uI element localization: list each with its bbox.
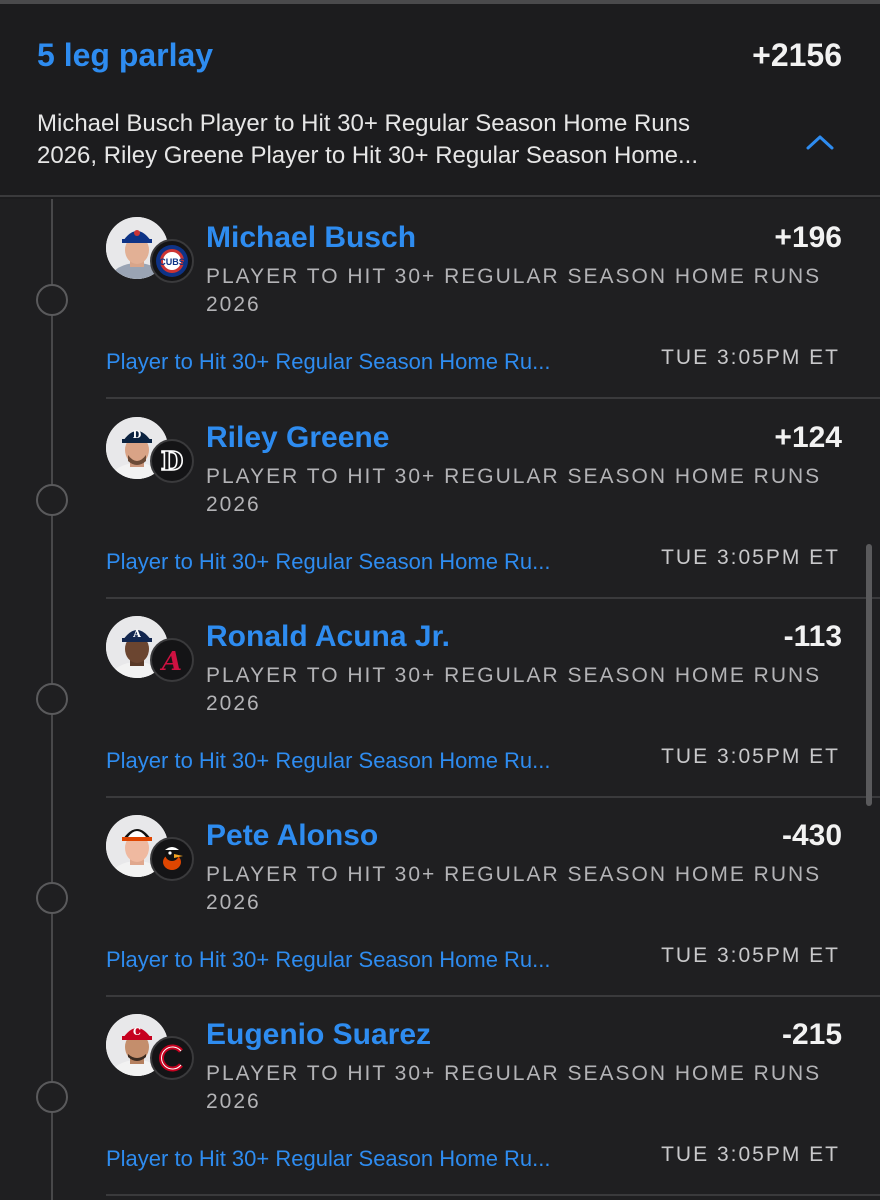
- player-name[interactable]: Pete Alonso: [206, 819, 378, 853]
- tigers-logo-icon: D: [150, 439, 194, 483]
- scrollbar[interactable]: [866, 544, 872, 806]
- player-name[interactable]: Michael Busch: [206, 221, 416, 255]
- game-time: TUE 3:05PM ET: [661, 1143, 840, 1166]
- orioles-logo-icon: [150, 837, 194, 881]
- player-name[interactable]: Riley Greene: [206, 421, 389, 455]
- game-time: TUE 3:05PM ET: [661, 944, 840, 967]
- timeline-node: [36, 1081, 68, 1113]
- braves-logo-icon: A: [150, 638, 194, 682]
- leg-item[interactable]: C Eugenio Suarez -215 PLAYER TO HIT 30+ …: [0, 996, 880, 1196]
- market-link[interactable]: Player to Hit 30+ Regular Season Home Ru…: [106, 748, 551, 774]
- game-time: TUE 3:05PM ET: [661, 745, 840, 768]
- game-time: TUE 3:05PM ET: [661, 546, 840, 569]
- chevron-up-icon[interactable]: [805, 132, 835, 152]
- market-link[interactable]: Player to Hit 30+ Regular Season Home Ru…: [106, 549, 551, 575]
- leg-item[interactable]: Pete Alonso -430 PLAYER TO HIT 30+ REGUL…: [0, 797, 880, 997]
- player-name[interactable]: Ronald Acuna Jr.: [206, 620, 450, 654]
- market-link[interactable]: Player to Hit 30+ Regular Season Home Ru…: [106, 947, 551, 973]
- svg-text:A: A: [159, 647, 182, 677]
- parlay-description: Michael Busch Player to Hit 30+ Regular …: [37, 108, 777, 172]
- timeline-node: [36, 683, 68, 715]
- market-name: PLAYER TO HIT 30+ REGULAR SEASON HOME RU…: [206, 265, 822, 316]
- parlay-description-line1: Michael Busch Player to Hit 30+ Regular …: [37, 110, 690, 137]
- svg-text:D: D: [133, 430, 142, 441]
- svg-text:D: D: [161, 447, 184, 477]
- market-name: PLAYER TO HIT 30+ REGULAR SEASON HOME RU…: [206, 863, 822, 914]
- svg-text:CUBS: CUBS: [159, 257, 185, 267]
- market-name: PLAYER TO HIT 30+ REGULAR SEASON HOME RU…: [206, 664, 822, 715]
- leg-odds: +196: [774, 221, 842, 254]
- leg-item[interactable]: A A Ronald Acuna Jr. -113 PLAYER TO HIT …: [0, 598, 880, 798]
- timeline-node: [36, 284, 68, 316]
- leg-odds: -215: [781, 1018, 842, 1051]
- market-link[interactable]: Player to Hit 30+ Regular Season Home Ru…: [106, 1146, 551, 1172]
- cubs-logo-icon: CUBS: [150, 239, 194, 283]
- parlay-description-line2: 2026, Riley Greene Player to Hit 30+ Reg…: [37, 142, 699, 169]
- leg-item[interactable]: D D Riley Greene +124 PLAYER TO HIT 30+ …: [0, 399, 880, 599]
- leg-divider: [106, 1194, 880, 1196]
- market-link[interactable]: Player to Hit 30+ Regular Season Home Ru…: [106, 349, 551, 375]
- leg-odds: -113: [783, 620, 842, 653]
- game-time: TUE 3:05PM ET: [661, 346, 840, 369]
- market-name: PLAYER TO HIT 30+ REGULAR SEASON HOME RU…: [206, 1062, 822, 1113]
- player-name[interactable]: Eugenio Suarez: [206, 1018, 431, 1052]
- leg-item[interactable]: CUBS Michael Busch +196 PLAYER TO HIT 30…: [0, 199, 880, 399]
- timeline-node: [36, 484, 68, 516]
- svg-text:A: A: [132, 629, 141, 640]
- market-name: PLAYER TO HIT 30+ REGULAR SEASON HOME RU…: [206, 465, 822, 516]
- leg-odds: +124: [774, 421, 842, 454]
- parlay-odds: +2156: [752, 37, 842, 73]
- parlay-title: 5 leg parlay: [37, 37, 214, 73]
- svg-text:C: C: [133, 1027, 141, 1038]
- leg-odds: -430: [781, 819, 842, 852]
- reds-logo-icon: [150, 1036, 194, 1080]
- timeline-node: [36, 882, 68, 914]
- parlay-header[interactable]: 5 leg parlay +2156 Michael Busch Player …: [0, 4, 880, 197]
- parlay-legs-list: CUBS Michael Busch +196 PLAYER TO HIT 30…: [0, 199, 880, 1200]
